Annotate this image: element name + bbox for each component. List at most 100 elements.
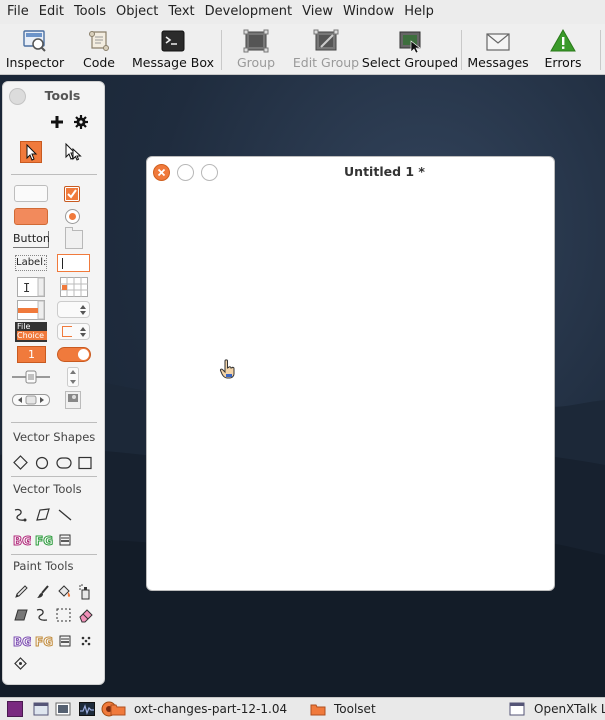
errors-button[interactable]: Errors: [541, 24, 585, 75]
table-field-tool[interactable]: [60, 277, 88, 301]
vector-tools-heading: Vector Tools: [13, 482, 82, 496]
switch-tool[interactable]: [57, 347, 91, 362]
freehand-paint-icon[interactable]: [35, 607, 51, 627]
task-toolset[interactable]: Toolset: [334, 702, 376, 716]
stepper-value: 1: [28, 348, 35, 361]
edit-group-label: Edit Group: [292, 55, 360, 70]
document-titlebar[interactable]: Untitled 1 *: [147, 157, 554, 187]
menu-object[interactable]: Object: [111, 0, 163, 24]
tab-panel-tool[interactable]: [65, 227, 83, 249]
toolbar-divider: [221, 30, 222, 70]
message-box-label: Message Box: [132, 55, 214, 70]
eraser-icon[interactable]: [78, 607, 94, 627]
oval-shape-icon[interactable]: [56, 456, 72, 474]
select-grouped-button[interactable]: Select Grouped: [362, 24, 458, 75]
checkbox-tool[interactable]: [64, 186, 80, 202]
file-choice-tool[interactable]: File Choice: [15, 322, 47, 342]
svg-text:FG: FG: [35, 635, 53, 649]
image-tool[interactable]: [65, 391, 81, 413]
task-openxtalk[interactable]: OpenXTalk Li: [534, 702, 605, 716]
updown-arrows-icon: [80, 305, 86, 315]
inspector-button[interactable]: Inspector: [6, 24, 64, 75]
taskbar: oxt-changes-part-12-1.04 Toolset OpenXTa…: [0, 697, 605, 720]
radio-dot: [69, 213, 76, 220]
paint-foreground-color-icon[interactable]: FG: [35, 633, 54, 653]
plus-icon[interactable]: [50, 115, 64, 133]
browse-tool-button[interactable]: [20, 141, 42, 163]
document-title: Untitled 1 *: [344, 164, 425, 179]
select-marquee-icon[interactable]: [56, 608, 71, 626]
group-label: Group: [236, 55, 276, 70]
palette-divider: [11, 174, 97, 175]
text-field-tool[interactable]: [57, 254, 90, 272]
polygon-paint-icon[interactable]: [13, 607, 29, 627]
brush-icon[interactable]: [35, 584, 51, 604]
menu-help[interactable]: Help: [399, 0, 439, 24]
app-launcher-icon[interactable]: [7, 701, 23, 717]
svg-text:I: I: [23, 281, 30, 295]
messages-label: Messages: [467, 55, 529, 70]
option-menu-tool[interactable]: [57, 301, 90, 318]
inspector-icon: [22, 29, 48, 53]
menu-tools[interactable]: Tools: [69, 0, 111, 24]
foreground-color-icon[interactable]: FG: [35, 532, 54, 552]
diamond-shape-icon[interactable]: [13, 455, 28, 474]
svg-text:BG: BG: [13, 534, 31, 548]
menu-text[interactable]: Text: [163, 0, 199, 24]
task-oxt-changes[interactable]: oxt-changes-part-12-1.04: [134, 702, 287, 716]
freehand-curve-icon[interactable]: [13, 507, 29, 527]
lowered-window-icon[interactable]: [55, 701, 71, 717]
menu-development[interactable]: Development: [200, 0, 298, 24]
paint-pattern-icon[interactable]: [14, 657, 27, 674]
paint-bucket-icon[interactable]: [56, 584, 72, 604]
label-tool-label: Label:: [16, 257, 47, 268]
radio-button-tool[interactable]: [65, 209, 80, 224]
line-width-icon[interactable]: [59, 534, 71, 550]
horizontal-scrollbar-tool[interactable]: [12, 393, 50, 411]
script-scroll-icon: [86, 29, 112, 53]
standard-button-tool[interactable]: Button: [13, 231, 50, 248]
message-box-button[interactable]: Message Box: [132, 24, 214, 75]
group-icon: [243, 29, 269, 53]
file-choice-file-label: File: [17, 322, 31, 331]
code-button[interactable]: Code: [80, 24, 118, 75]
paint-line-width-icon[interactable]: [59, 635, 71, 651]
edit-group-button[interactable]: Edit Group: [292, 24, 360, 75]
document-window: Untitled 1 *: [146, 156, 555, 591]
gear-icon[interactable]: [74, 115, 88, 133]
warning-triangle-icon: [550, 28, 576, 53]
polygon-tool-icon[interactable]: [35, 507, 51, 527]
svg-text:FG: FG: [35, 534, 53, 548]
combo-box-tool[interactable]: [57, 323, 90, 340]
palette-divider: [11, 554, 97, 555]
menu-view[interactable]: View: [297, 0, 338, 24]
tools-palette: Tools Button Label: I File Choice 1 Vect…: [2, 81, 105, 685]
circle-shape-icon[interactable]: [35, 456, 49, 474]
arrow-pointer-icon: [26, 143, 38, 161]
stepper-tool[interactable]: 1: [17, 346, 46, 363]
rectangle-button-tool[interactable]: [14, 185, 48, 202]
card-canvas[interactable]: [147, 187, 554, 591]
brush-shape-icon[interactable]: [80, 635, 92, 651]
menu-edit[interactable]: Edit: [34, 0, 69, 24]
slider-tool[interactable]: [12, 370, 50, 388]
line-tool-icon[interactable]: [57, 507, 73, 527]
group-button[interactable]: Group: [234, 24, 278, 75]
scrolling-field-tool[interactable]: I: [17, 277, 45, 301]
menu-file[interactable]: File: [2, 0, 34, 24]
system-monitor-icon[interactable]: [79, 701, 95, 717]
scrollbar-tool[interactable]: [67, 367, 79, 391]
window-list-icon[interactable]: [33, 701, 49, 717]
default-button-tool[interactable]: [14, 208, 48, 225]
background-color-icon[interactable]: BG: [13, 532, 33, 552]
toolbar: Inspector Code Message Box Group Edit Gr…: [0, 24, 605, 75]
messages-button[interactable]: Messages: [467, 24, 529, 75]
label-field-tool[interactable]: Label:: [15, 255, 47, 271]
list-field-tool[interactable]: [17, 300, 45, 324]
pencil-icon[interactable]: [13, 584, 29, 604]
paint-background-color-icon[interactable]: BG: [13, 633, 33, 653]
menu-window[interactable]: Window: [338, 0, 399, 24]
rectangle-shape-icon[interactable]: [78, 456, 92, 474]
spray-can-icon[interactable]: [78, 584, 92, 604]
pointer-tool-button[interactable]: [63, 141, 85, 167]
